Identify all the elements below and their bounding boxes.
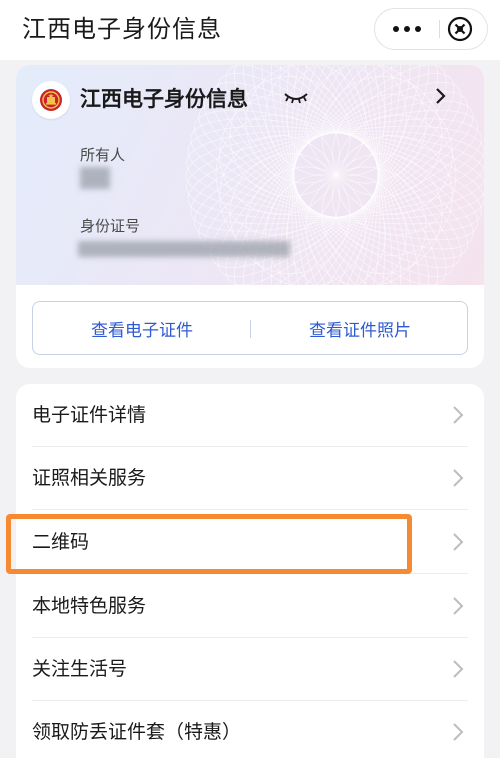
menu-item-label: 领取防丢证件套（特惠） [32,721,242,743]
view-card-photo-button[interactable]: 查看证件照片 [251,302,469,354]
more-dots-icon[interactable] [375,9,439,49]
id-number-label: 身份证号 [80,217,141,235]
menu-item-label: 证照相关服务 [32,467,147,489]
chevron-right-icon [452,532,464,556]
id-card-header[interactable]: 江西电子身份信息 所有人 身份证号 [16,65,484,285]
menu-item-card-details[interactable]: 电子证件详情 [16,384,484,447]
view-electronic-card-button[interactable]: 查看电子证件 [33,302,251,354]
menu-item-label: 本地特色服务 [32,595,147,617]
chevron-right-icon [452,596,464,620]
menu-item-local-services[interactable]: 本地特色服务 [16,575,484,638]
eye-closed-icon[interactable] [282,89,310,111]
chevron-right-icon [452,659,464,683]
page-title: 江西电子身份信息 [22,15,222,43]
id-number-redacted [78,241,290,257]
menu-item-label: 电子证件详情 [32,404,147,426]
chevron-right-icon [452,722,464,746]
menu-item-related-services[interactable]: 证照相关服务 [16,447,484,510]
top-nav-bar: 江西电子身份信息 [0,0,500,60]
card-title: 江西电子身份信息 [80,87,248,111]
chevron-right-icon[interactable] [434,87,448,109]
card-action-buttons: 查看电子证件 查看证件照片 [32,301,468,355]
id-card: 江西电子身份信息 所有人 身份证号 查看电子证件 查看证件照片 [16,65,484,368]
menu-item-card-sleeve-offer[interactable]: 领取防丢证件套（特惠） [16,701,484,758]
menu-item-label: 关注生活号 [32,658,128,680]
owner-name-redacted [80,167,110,189]
divider [32,509,468,510]
close-circle-icon[interactable] [447,16,473,42]
menu-item-follow-account[interactable]: 关注生活号 [16,638,484,701]
chevron-right-icon [452,405,464,429]
mini-program-capsule [374,8,488,50]
capsule-divider [439,20,440,38]
national-emblem-icon [32,81,70,119]
owner-label: 所有人 [80,146,126,164]
qr-code-highlight-box [6,514,412,574]
chevron-right-icon [452,468,464,492]
